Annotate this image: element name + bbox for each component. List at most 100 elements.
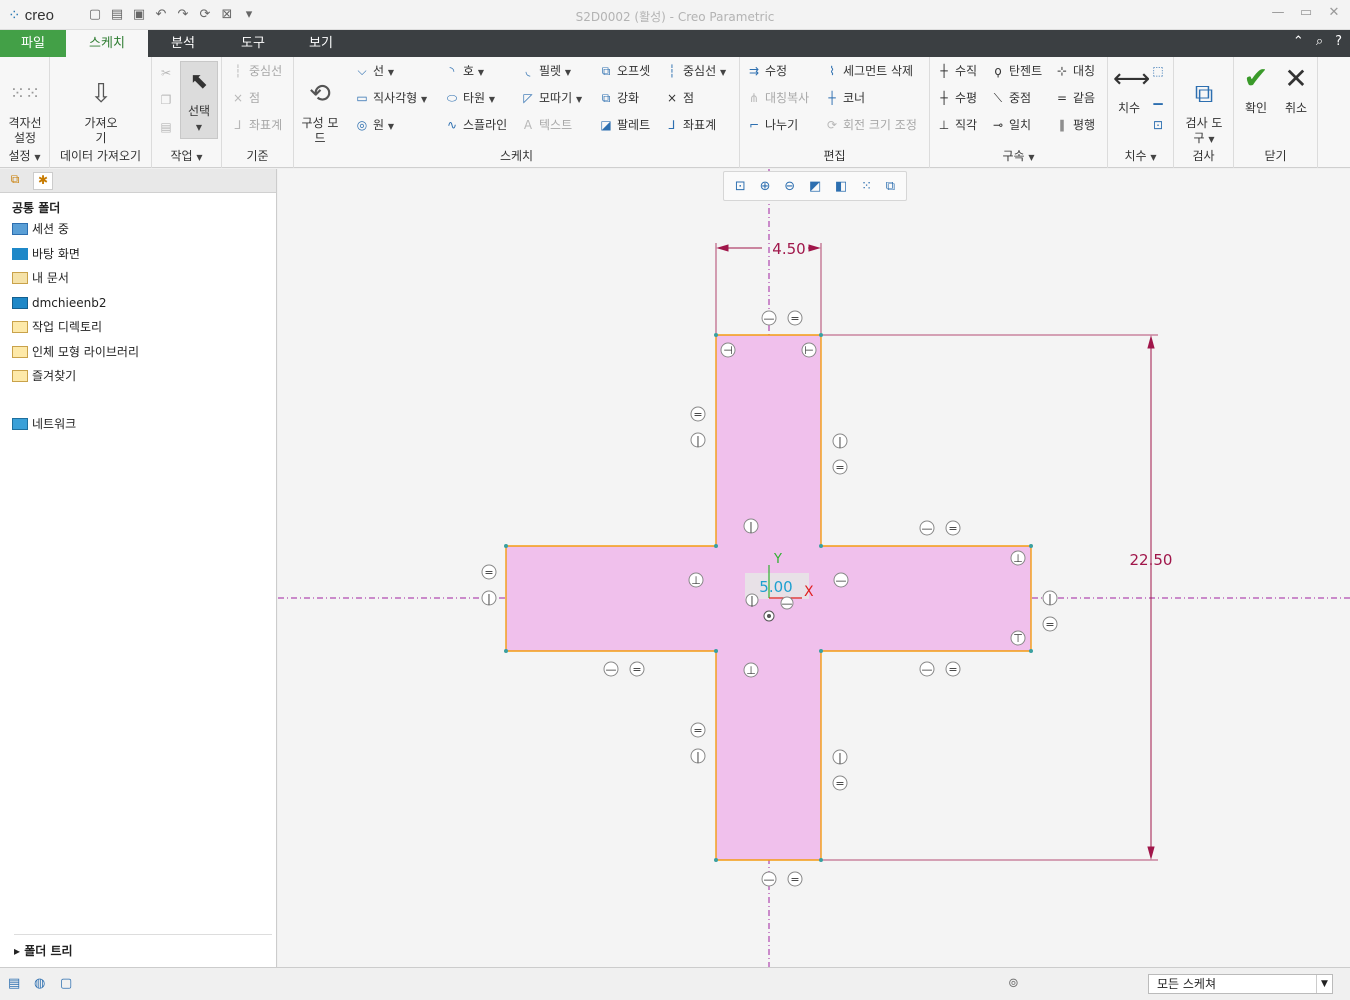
datum-point-button[interactable]: × 점 bbox=[230, 88, 260, 108]
close-icon[interactable]: ✕ bbox=[1324, 5, 1344, 20]
fillet-button[interactable]: ◟ 필렛 ▼ bbox=[520, 61, 571, 81]
tab-sketch[interactable]: 스케치 bbox=[66, 30, 148, 57]
search-icon[interactable]: ⌕ bbox=[1316, 34, 1323, 49]
construction-mode-button[interactable]: ⟲ 구성 모 드 bbox=[298, 63, 342, 146]
perimeter-icon[interactable]: ⬚ bbox=[1150, 61, 1166, 81]
equal-constraint-button[interactable]: = 같음 bbox=[1054, 88, 1095, 108]
sketch-point-button[interactable]: × 점 bbox=[664, 88, 694, 108]
rotate-resize-button[interactable]: ⟳ 회전 크기 조정 bbox=[824, 115, 917, 135]
palette-button[interactable]: ◪ 팔레트 bbox=[598, 115, 650, 135]
sketch-centerline-button[interactable]: ┆ 중심선 ▼ bbox=[664, 61, 726, 81]
minimize-icon[interactable]: — bbox=[1268, 5, 1288, 20]
folder-item-desktop[interactable]: 바탕 화면 bbox=[12, 245, 80, 263]
cut-icon[interactable]: ✂ bbox=[158, 63, 174, 83]
corner-button[interactable]: ┼ 코너 bbox=[824, 88, 865, 108]
group-label-operations[interactable]: 작업 ▼ bbox=[152, 147, 221, 164]
selection-filter-select[interactable]: 모든 스케쳐 ▼ bbox=[1148, 974, 1333, 994]
baseline-icon[interactable]: ▁ bbox=[1150, 88, 1166, 108]
vertical-constraint-button[interactable]: ┼ 수직 bbox=[936, 61, 977, 81]
tab-analysis[interactable]: 분석 bbox=[148, 30, 218, 57]
customize-icon[interactable]: ▾ bbox=[240, 6, 258, 24]
folder-item-documents[interactable]: 내 문서 bbox=[12, 269, 69, 287]
undo-icon[interactable]: ↶ bbox=[152, 6, 170, 24]
offset-button[interactable]: ⧉ 오프셋 bbox=[598, 61, 650, 81]
tab-file[interactable]: 파일 bbox=[0, 30, 66, 57]
save-icon[interactable]: ▣ bbox=[130, 6, 148, 24]
parallel-constraint-button[interactable]: ∥ 평행 bbox=[1054, 115, 1095, 135]
midpoint-constraint-button[interactable]: ⟍ 중점 bbox=[990, 88, 1031, 108]
datum-coordsys-button[interactable]: ⅃ 좌표계 bbox=[230, 115, 282, 135]
circle-button[interactable]: ◎ 원 ▼ bbox=[354, 115, 394, 135]
collapse-ribbon-icon[interactable]: ⌃ bbox=[1293, 34, 1304, 49]
group-label-dimension[interactable]: 치수 ▼ bbox=[1108, 147, 1173, 164]
ok-button[interactable]: ✔ 확인 bbox=[1236, 63, 1276, 116]
grid-settings-button[interactable]: ⁙⁙ 격자선 설정 bbox=[4, 63, 46, 146]
text-button[interactable]: A 텍스트 bbox=[520, 115, 572, 135]
regen-icon[interactable]: ⟳ bbox=[196, 6, 214, 24]
folder-item-computer[interactable]: dmchieenb2 bbox=[12, 294, 106, 312]
folder-tree-toggle[interactable]: ▸ 폴더 트리 bbox=[14, 934, 271, 959]
mirror-button[interactable]: ⋔ 대칭복사 bbox=[746, 88, 809, 108]
constraint-icon: = bbox=[787, 310, 803, 326]
dimension-button[interactable]: ⟷ 치수 bbox=[1110, 63, 1150, 116]
display-style-icon[interactable]: ◧ bbox=[835, 179, 847, 194]
navigator-toggle-icon[interactable]: ▤ bbox=[8, 976, 26, 992]
close-window-icon[interactable]: ⊠ bbox=[218, 6, 236, 24]
ellipse-button[interactable]: ⬭ 타원 ▼ bbox=[444, 88, 495, 108]
status-bar: ▤ ◍ ▢ ⊚ 모든 스케쳐 ▼ bbox=[0, 967, 1350, 1000]
folder-item-manikin-library[interactable]: 인체 모형 라이브러리 bbox=[12, 343, 139, 361]
copy-icon[interactable]: ❐ bbox=[158, 90, 174, 110]
find-icon[interactable]: ⊚ bbox=[1008, 976, 1026, 992]
datum-centerline-button[interactable]: ┆ 중심선 bbox=[230, 61, 282, 81]
refit-icon[interactable]: ⊡ bbox=[735, 179, 746, 194]
symmetric-constraint-button[interactable]: ⊹ 대칭 bbox=[1054, 61, 1095, 81]
folder-item-session[interactable]: 세션 중 bbox=[12, 220, 69, 238]
folder-item-favorites[interactable]: 즐겨찾기 bbox=[12, 367, 76, 385]
reference-icon[interactable]: ⊡ bbox=[1150, 115, 1166, 135]
select-button[interactable]: ⬉ 선택 ▼ bbox=[180, 61, 218, 139]
open-icon[interactable]: ▤ bbox=[108, 6, 126, 24]
tangent-constraint-button[interactable]: ϙ 탄젠트 bbox=[990, 61, 1042, 81]
help-icon[interactable]: ? bbox=[1335, 34, 1342, 49]
model-tree-tab-icon[interactable]: ⧉ bbox=[5, 172, 25, 190]
folder-item-working-directory[interactable]: 작업 디렉토리 bbox=[12, 318, 102, 336]
delete-segment-button[interactable]: ⌇ 세그먼트 삭제 bbox=[824, 61, 913, 81]
browser-toggle-icon[interactable]: ◍ bbox=[34, 976, 52, 992]
tab-tools[interactable]: 도구 bbox=[218, 30, 288, 57]
paste-icon[interactable]: ▤ bbox=[158, 117, 174, 137]
width-dimension-value: 4.50 bbox=[772, 240, 805, 258]
divide-button[interactable]: ⌐ 나누기 bbox=[746, 115, 798, 135]
chamfer-button[interactable]: ◸ 모따기 ▼ bbox=[520, 88, 582, 108]
folder-item-network[interactable]: 네트워크 bbox=[12, 415, 76, 433]
modify-button[interactable]: ⇉ 수정 bbox=[746, 61, 787, 81]
tab-view[interactable]: 보기 bbox=[288, 30, 354, 57]
zoom-out-icon[interactable]: ⊖ bbox=[784, 179, 795, 194]
cancel-button[interactable]: ✕ 취소 bbox=[1276, 63, 1316, 116]
thicken-button[interactable]: ⧉ 강화 bbox=[598, 88, 639, 108]
sketcher-display-icon[interactable]: ⁙ bbox=[861, 179, 872, 194]
graphics-canvas[interactable]: 4.50 22.50 5.00 Y X — = — = ⊣ ⊢ = | | = … bbox=[278, 169, 1350, 967]
maximize-icon[interactable]: ▭ bbox=[1296, 5, 1316, 20]
coincident-constraint-button[interactable]: ⊸ 일치 bbox=[990, 115, 1031, 135]
zoom-in-icon[interactable]: ⊕ bbox=[760, 179, 771, 194]
folder-browser-tab-icon[interactable]: ✱ bbox=[33, 172, 53, 190]
group-label-constrain[interactable]: 구속 ▼ bbox=[930, 147, 1107, 164]
line-button[interactable]: ⌵ 선 ▼ bbox=[354, 61, 394, 81]
rectangle-button[interactable]: ▭ 직사각형 ▼ bbox=[354, 88, 427, 108]
horizontal-constraint-button[interactable]: ┼ 수평 bbox=[936, 88, 977, 108]
group-constrain: ┼ 수직 ┼ 수평 ⊥ 직각 ϙ 탄젠트 ⟍ 중점 ⊸ 일치 ⊹ 대칭 = 같음 ∥ 평행 구속 … bbox=[930, 57, 1108, 168]
sketch-coordsys-button[interactable]: ⅃ 좌표계 bbox=[664, 115, 716, 135]
height-dimension-value: 22.50 bbox=[1130, 551, 1173, 569]
redo-icon[interactable]: ↷ bbox=[174, 6, 192, 24]
svg-text:=: = bbox=[948, 663, 957, 676]
repaint-icon[interactable]: ◩ bbox=[809, 179, 821, 194]
inspect-tools-button[interactable]: ⧉ 검사 도 구 ▼ bbox=[1178, 63, 1230, 147]
sketch-view-icon[interactable]: ⧉ bbox=[886, 179, 895, 194]
new-icon[interactable]: ▢ bbox=[86, 6, 104, 24]
perpendicular-constraint-button[interactable]: ⊥ 직각 bbox=[936, 115, 977, 135]
import-button[interactable]: ⇩ 가져오 기 bbox=[72, 63, 130, 146]
fullscreen-icon[interactable]: ▢ bbox=[60, 976, 78, 992]
group-label-setup[interactable]: 설정 ▼ bbox=[0, 147, 49, 164]
arc-button[interactable]: ◝ 호 ▼ bbox=[444, 61, 484, 81]
spline-button[interactable]: ∿ 스플라인 bbox=[444, 115, 507, 135]
